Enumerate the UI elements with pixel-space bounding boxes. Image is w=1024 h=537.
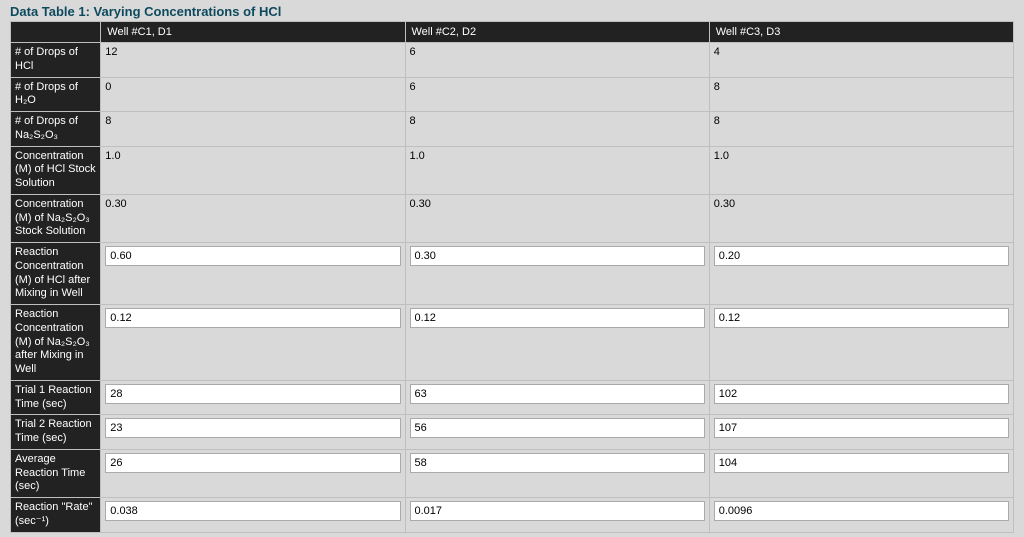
row-label: Reaction Concentration (M) of HCl after …: [11, 243, 101, 305]
row-label: Reaction Concentration (M) of Na₂S₂O₃ af…: [11, 305, 101, 381]
header-blank: [11, 22, 101, 43]
cell: 0.30: [405, 194, 709, 242]
row-label: Concentration (M) of HCl Stock Solution: [11, 146, 101, 194]
cell: 8: [101, 112, 405, 147]
cell: 6: [405, 77, 709, 112]
value-input[interactable]: [410, 308, 705, 328]
cell: 1.0: [405, 146, 709, 194]
cell: [101, 498, 405, 533]
cell: [405, 498, 709, 533]
cell: 8: [405, 112, 709, 147]
table-row: Reaction Concentration (M) of HCl after …: [11, 243, 1014, 305]
cell: 1.0: [709, 146, 1013, 194]
static-value: 1.0: [714, 150, 729, 162]
row-label: # of Drops of Na₂S₂O₃: [11, 112, 101, 147]
row-label: # of Drops of H₂O: [11, 77, 101, 112]
table-row: Reaction "Rate" (sec⁻¹): [11, 498, 1014, 533]
static-value: 8: [714, 81, 720, 93]
value-input[interactable]: [410, 501, 705, 521]
cell: 6: [405, 43, 709, 78]
static-value: 0.30: [410, 198, 431, 210]
table-title: Data Table 1: Varying Concentrations of …: [10, 4, 1014, 19]
cell: [101, 449, 405, 497]
cell: 8: [709, 77, 1013, 112]
value-input[interactable]: [105, 501, 400, 521]
cell: 4: [709, 43, 1013, 78]
header-c3: Well #C3, D3: [709, 22, 1013, 43]
value-input[interactable]: [410, 453, 705, 473]
value-input[interactable]: [105, 384, 400, 404]
value-input[interactable]: [714, 308, 1009, 328]
value-input[interactable]: [410, 246, 705, 266]
cell: [101, 305, 405, 381]
cell: 1.0: [101, 146, 405, 194]
header-c2: Well #C2, D2: [405, 22, 709, 43]
value-input[interactable]: [714, 246, 1009, 266]
cell: [405, 415, 709, 450]
static-value: 4: [714, 46, 720, 58]
cell: 0: [101, 77, 405, 112]
static-value: 12: [105, 46, 117, 58]
row-label: Average Reaction Time (sec): [11, 449, 101, 497]
static-value: 8: [410, 115, 416, 127]
row-label: Concentration (M) of Na₂S₂O₃ Stock Solut…: [11, 194, 101, 242]
cell: 0.30: [709, 194, 1013, 242]
static-value: 6: [410, 81, 416, 93]
value-input[interactable]: [714, 453, 1009, 473]
value-input[interactable]: [105, 418, 400, 438]
table-row: # of Drops of H₂O 0 6 8: [11, 77, 1014, 112]
static-value: 6: [410, 46, 416, 58]
value-input[interactable]: [105, 246, 400, 266]
cell: [405, 449, 709, 497]
table-row: Trial 2 Reaction Time (sec): [11, 415, 1014, 450]
static-value: 0.30: [105, 198, 126, 210]
cell: [709, 305, 1013, 381]
cell: [405, 305, 709, 381]
row-label: Trial 2 Reaction Time (sec): [11, 415, 101, 450]
cell: [101, 380, 405, 415]
header-c1: Well #C1, D1: [101, 22, 405, 43]
static-value: 1.0: [410, 150, 425, 162]
cell: [405, 243, 709, 305]
cell: 0.30: [101, 194, 405, 242]
value-input[interactable]: [410, 418, 705, 438]
static-value: 8: [714, 115, 720, 127]
row-label: Reaction "Rate" (sec⁻¹): [11, 498, 101, 533]
cell: [709, 380, 1013, 415]
table-row: Average Reaction Time (sec): [11, 449, 1014, 497]
table-row: # of Drops of HCl 12 6 4: [11, 43, 1014, 78]
value-input[interactable]: [714, 384, 1009, 404]
cell: 12: [101, 43, 405, 78]
table-row: Reaction Concentration (M) of Na₂S₂O₃ af…: [11, 305, 1014, 381]
cell: [709, 415, 1013, 450]
value-input[interactable]: [714, 418, 1009, 438]
value-input[interactable]: [105, 453, 400, 473]
static-value: 1.0: [105, 150, 120, 162]
cell: [405, 380, 709, 415]
table-row: # of Drops of Na₂S₂O₃ 8 8 8: [11, 112, 1014, 147]
cell: [709, 449, 1013, 497]
value-input[interactable]: [410, 384, 705, 404]
cell: 8: [709, 112, 1013, 147]
table-row: Concentration (M) of HCl Stock Solution 1…: [11, 146, 1014, 194]
static-value: 0.30: [714, 198, 735, 210]
static-value: 8: [105, 115, 111, 127]
header-row: Well #C1, D1 Well #C2, D2 Well #C3, D3: [11, 22, 1014, 43]
value-input[interactable]: [105, 308, 400, 328]
cell: [709, 243, 1013, 305]
static-value: 0: [105, 81, 111, 93]
table-row: Concentration (M) of Na₂S₂O₃ Stock Solut…: [11, 194, 1014, 242]
cell: [709, 498, 1013, 533]
table-row: Trial 1 Reaction Time (sec): [11, 380, 1014, 415]
row-label: Trial 1 Reaction Time (sec): [11, 380, 101, 415]
cell: [101, 243, 405, 305]
cell: [101, 415, 405, 450]
row-label: # of Drops of HCl: [11, 43, 101, 78]
data-table: Well #C1, D1 Well #C2, D2 Well #C3, D3 #…: [10, 21, 1014, 533]
value-input[interactable]: [714, 501, 1009, 521]
